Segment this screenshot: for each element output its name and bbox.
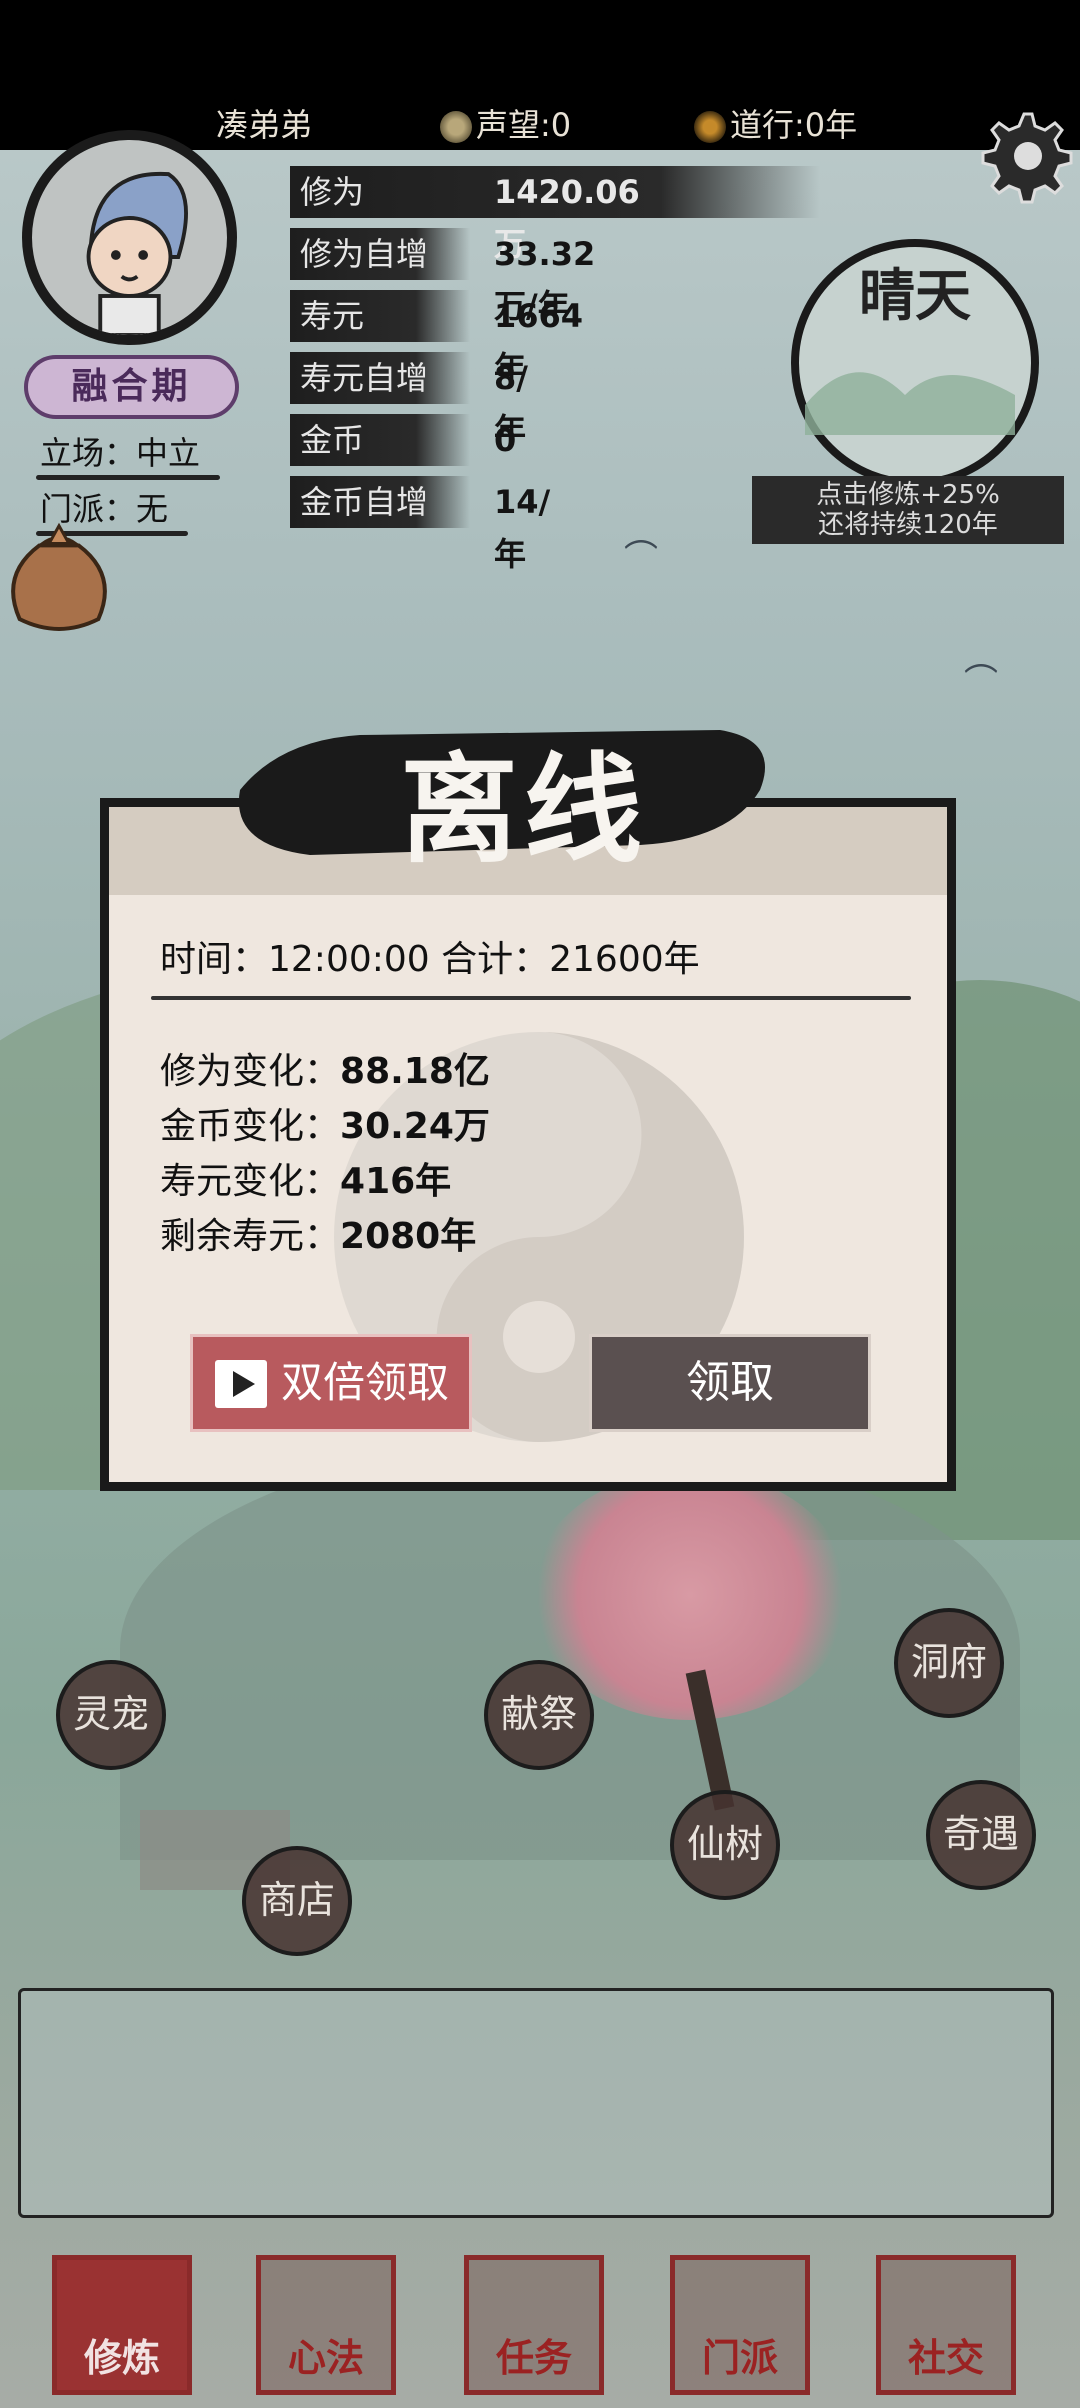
dialog-divider — [151, 996, 911, 1000]
adventure-button[interactable]: 奇遇 — [926, 1780, 1036, 1890]
cultivation-rank-badge: 融合期 — [24, 355, 239, 419]
coin-icon — [440, 111, 472, 143]
tab-tasks[interactable]: 任务 — [464, 2255, 604, 2395]
avatar[interactable] — [22, 130, 237, 345]
shop-button[interactable]: 商店 — [242, 1846, 352, 1956]
player-name: 凑弟弟 — [216, 106, 313, 144]
stat-label: 金币 — [290, 414, 470, 466]
reputation-display: 声望:0 — [440, 100, 571, 146]
bird-icon: ⌒ — [624, 538, 658, 578]
weather-effect-line2: 还将持续120年 — [818, 510, 998, 540]
tab-sect[interactable]: 门派 — [670, 2255, 810, 2395]
stat-value: 1420.06万 — [494, 173, 640, 263]
change-row: 金币变化：30.24万 — [160, 1097, 490, 1149]
tab-label: 社交 — [907, 2336, 984, 2380]
top-bar: 凑弟弟 声望:0 道行:0年 — [0, 0, 1080, 150]
tab-label: 门派 — [701, 2336, 778, 2380]
stat-value: 14/年 — [494, 483, 551, 573]
double-claim-label: 双倍领取 — [281, 1358, 450, 1407]
dialog-title-banner: 离线 — [230, 720, 790, 879]
change-value: 88.18亿 — [340, 1051, 490, 1092]
change-value: 416年 — [340, 1161, 452, 1202]
yin-yang-icon — [694, 111, 726, 143]
change-value: 2080年 — [340, 1216, 477, 1257]
dao-text: 道行:0年 — [730, 106, 858, 144]
message-log-panel[interactable] — [18, 1988, 1054, 2218]
stance-label: 立场：中立 — [35, 428, 221, 480]
weather-orb[interactable]: 晴天 — [770, 235, 1060, 485]
play-video-icon — [215, 1360, 267, 1408]
change-label: 金币变化： — [160, 1106, 341, 1147]
change-value: 30.24万 — [340, 1106, 490, 1147]
tab-label: 任务 — [495, 2336, 572, 2380]
stat-label: 寿元 — [290, 290, 470, 342]
sacrifice-button[interactable]: 献祭 — [484, 1660, 594, 1770]
stat-label: 修为自增 — [290, 228, 470, 280]
claim-button[interactable]: 领取 — [589, 1334, 871, 1432]
tree-button[interactable]: 仙树 — [670, 1790, 780, 1900]
bird-icon: ⌒ — [964, 662, 998, 702]
dialog-title: 离线 — [400, 740, 649, 879]
change-row: 寿元变化：416年 — [160, 1152, 451, 1204]
dao-display: 道行:0年 — [694, 100, 857, 146]
stat-value: 0 — [494, 421, 517, 459]
tab-label: 修炼 — [83, 2336, 160, 2380]
weather-effect-box: 点击修炼+25% 还将持续120年 — [752, 476, 1064, 544]
pet-button[interactable]: 灵宠 — [56, 1660, 166, 1770]
stat-label: 金币自增 — [290, 476, 470, 528]
change-row: 修为变化：88.18亿 — [160, 1042, 490, 1094]
change-row: 剩余寿元：2080年 — [160, 1207, 476, 1259]
change-label: 修为变化： — [160, 1051, 341, 1092]
tab-label: 心法 — [287, 2336, 364, 2380]
tab-techniques[interactable]: 心法 — [256, 2255, 396, 2395]
stat-value: 8/年 — [494, 359, 528, 449]
reputation-text: 声望:0 — [476, 106, 572, 144]
stat-value: 1664年 — [494, 297, 584, 387]
avatar-portrait — [86, 171, 188, 335]
bag-icon[interactable] — [0, 505, 118, 635]
tab-social[interactable]: 社交 — [876, 2255, 1016, 2395]
double-claim-button[interactable]: 双倍领取 — [190, 1334, 472, 1432]
tab-cultivate[interactable]: 修炼 — [52, 2255, 192, 2395]
offline-time-row: 时间：12:00:00 合计：21600年 — [160, 939, 700, 980]
change-label: 剩余寿元： — [160, 1216, 341, 1257]
stat-label: 寿元自增 — [290, 352, 470, 404]
change-label: 寿元变化： — [160, 1161, 341, 1202]
stat-value: 33.32万/年 — [494, 235, 596, 325]
weather-effect-line1: 点击修炼+25% — [816, 480, 1000, 510]
gear-icon[interactable] — [974, 106, 1074, 206]
weather-name: 晴天 — [859, 263, 971, 329]
cave-button[interactable]: 洞府 — [894, 1608, 1004, 1718]
